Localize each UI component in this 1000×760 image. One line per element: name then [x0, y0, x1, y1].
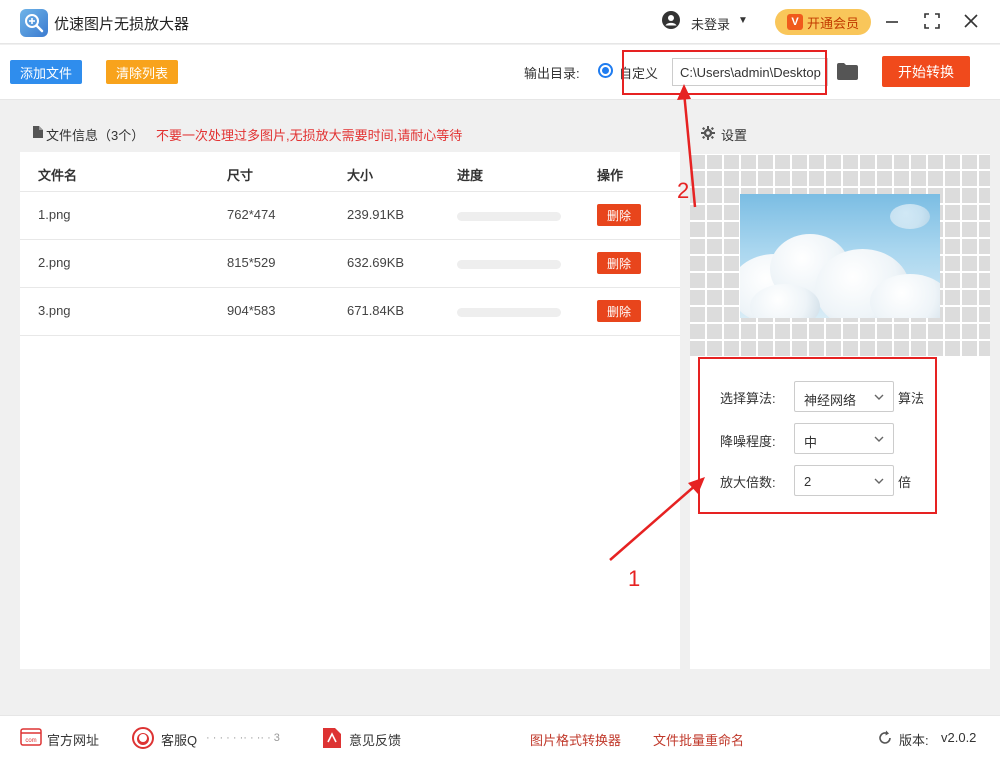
close-button[interactable]: [960, 10, 982, 32]
feedback-icon: [323, 728, 341, 751]
file-info-bar: 文件信息（3个） 不要一次处理过多图片,无损放大需要时间,请耐心等待: [20, 112, 680, 152]
file-dimensions: 904*583: [227, 303, 276, 318]
vip-label: 开通会员: [806, 15, 859, 31]
annotation-box-2: [622, 50, 827, 95]
delete-button[interactable]: 删除: [597, 204, 641, 226]
file-list-panel: 文件信息（3个） 不要一次处理过多图片,无损放大需要时间,请耐心等待 文件名 尺…: [20, 112, 680, 669]
vip-badge-icon: V: [786, 14, 803, 30]
column-header-action: 操作: [597, 168, 624, 183]
app-logo-icon: [20, 9, 48, 37]
website-icon: com: [20, 728, 42, 749]
table-divider: [20, 335, 680, 336]
folder-icon[interactable]: [837, 63, 858, 80]
file-size: 239.91KB: [347, 207, 405, 222]
annotation-box-1: [698, 357, 937, 514]
app-title: 优速图片无损放大器: [54, 16, 190, 33]
delete-button[interactable]: 删除: [597, 252, 641, 274]
column-header-dimensions: 尺寸: [227, 168, 254, 183]
annotation-number-1: 1: [628, 566, 641, 591]
file-name: 3.png: [38, 303, 71, 318]
refresh-icon[interactable]: [877, 730, 893, 749]
file-dimensions: 815*529: [227, 255, 276, 270]
column-header-progress: 进度: [457, 168, 484, 183]
customer-service-icon: [131, 726, 155, 753]
custom-radio[interactable]: [598, 63, 613, 78]
login-status[interactable]: 未登录: [691, 14, 730, 33]
settings-title: 设置: [721, 128, 748, 143]
feedback-link[interactable]: 意见反馈: [349, 730, 401, 749]
minimize-button[interactable]: [881, 10, 903, 32]
user-icon[interactable]: [662, 11, 680, 29]
minimize-icon: [886, 21, 898, 23]
output-dir-label: 输出目录:: [524, 66, 580, 81]
service-number: · · · · · ·· · ·· · 3: [206, 732, 280, 744]
svg-text:com: com: [25, 738, 36, 744]
preview-image: [740, 194, 940, 318]
file-name: 1.png: [38, 207, 71, 222]
version-label: 版本:: [899, 733, 929, 748]
clear-list-button[interactable]: 清除列表: [106, 60, 178, 84]
website-link[interactable]: 官方网址: [47, 730, 99, 749]
progress-bar: [457, 212, 561, 221]
column-header-name: 文件名: [38, 168, 78, 183]
title-bar: 优速图片无损放大器 未登录 ▼ V 开通会员: [0, 0, 1000, 44]
start-convert-button[interactable]: 开始转换: [882, 56, 970, 87]
file-size: 671.84KB: [347, 303, 405, 318]
add-file-button[interactable]: 添加文件: [10, 60, 82, 84]
footer-bar: com 官方网址 客服Q · · · · · ·· · ·· · 3 意见反馈 …: [0, 715, 1000, 760]
table-row: 2.png 815*529 632.69KB 删除: [20, 239, 680, 287]
chevron-down-icon[interactable]: ▼: [738, 15, 748, 26]
version-number: v2.0.2: [941, 730, 977, 745]
settings-header: 设置: [690, 112, 990, 154]
maximize-button[interactable]: [921, 10, 943, 32]
file-name: 2.png: [38, 255, 71, 270]
delete-button[interactable]: 删除: [597, 300, 641, 322]
table-row: 3.png 904*583 671.84KB 删除: [20, 287, 680, 335]
gear-icon: [701, 126, 715, 140]
service-label[interactable]: 客服Q: [161, 730, 197, 749]
batch-rename-link[interactable]: 文件批量重命名: [653, 730, 744, 749]
close-icon: [964, 14, 978, 28]
progress-bar: [457, 308, 561, 317]
maximize-icon: [924, 13, 940, 29]
progress-bar: [457, 260, 561, 269]
vip-button[interactable]: V 开通会员: [775, 9, 871, 35]
document-icon: [33, 126, 43, 138]
column-header-size: 大小: [347, 168, 374, 183]
file-size: 632.69KB: [347, 255, 405, 270]
file-info-title: 文件信息（3个）: [46, 128, 145, 143]
file-dimensions: 762*474: [227, 207, 276, 222]
toolbar: 添加文件 清除列表 输出目录: 自定义 C:\Users\admin\Deskt…: [0, 45, 1000, 100]
warning-text: 不要一次处理过多图片,无损放大需要时间,请耐心等待: [156, 128, 463, 143]
annotation-number-2: 2: [677, 178, 690, 203]
table-row: 1.png 762*474 239.91KB 删除: [20, 191, 680, 239]
format-converter-link[interactable]: 图片格式转换器: [530, 730, 621, 749]
